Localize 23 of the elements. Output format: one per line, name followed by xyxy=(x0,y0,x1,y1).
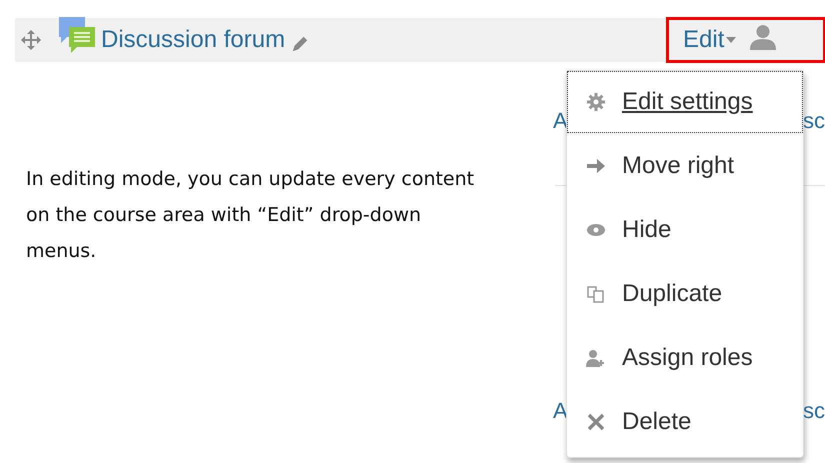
menu-item[interactable]: Move right xyxy=(567,135,803,197)
chat-bubbles-icon xyxy=(57,15,97,55)
menu-item[interactable]: Hide xyxy=(567,199,803,261)
cross-icon xyxy=(586,412,606,432)
arrow-icon xyxy=(586,156,606,176)
user-icon[interactable] xyxy=(750,24,776,50)
caret-icon xyxy=(726,37,736,43)
menu-item[interactable]: Duplicate xyxy=(567,263,803,325)
menu-item[interactable]: Delete xyxy=(567,391,803,453)
link-text[interactable]: sc xyxy=(803,108,825,134)
edit-menu-toggle[interactable]: Edit xyxy=(683,26,736,54)
link-text[interactable]: sc xyxy=(803,398,825,424)
gear-icon xyxy=(586,92,606,112)
explanation-text: In editing mode, you can update every content on the course area with “Edit” drop-down menus. xyxy=(26,167,476,264)
menu-item[interactable]: Edit settings xyxy=(567,71,803,133)
activity-link[interactable]: Discussion forum xyxy=(101,26,286,54)
menu-item[interactable]: Assign roles xyxy=(567,327,803,389)
user-plus-icon xyxy=(586,348,606,368)
link-text[interactable]: A xyxy=(553,108,568,134)
move-icon[interactable] xyxy=(21,30,41,50)
copy-icon xyxy=(586,284,606,304)
pencil-icon[interactable] xyxy=(291,35,310,53)
link-text[interactable]: A xyxy=(553,398,568,424)
